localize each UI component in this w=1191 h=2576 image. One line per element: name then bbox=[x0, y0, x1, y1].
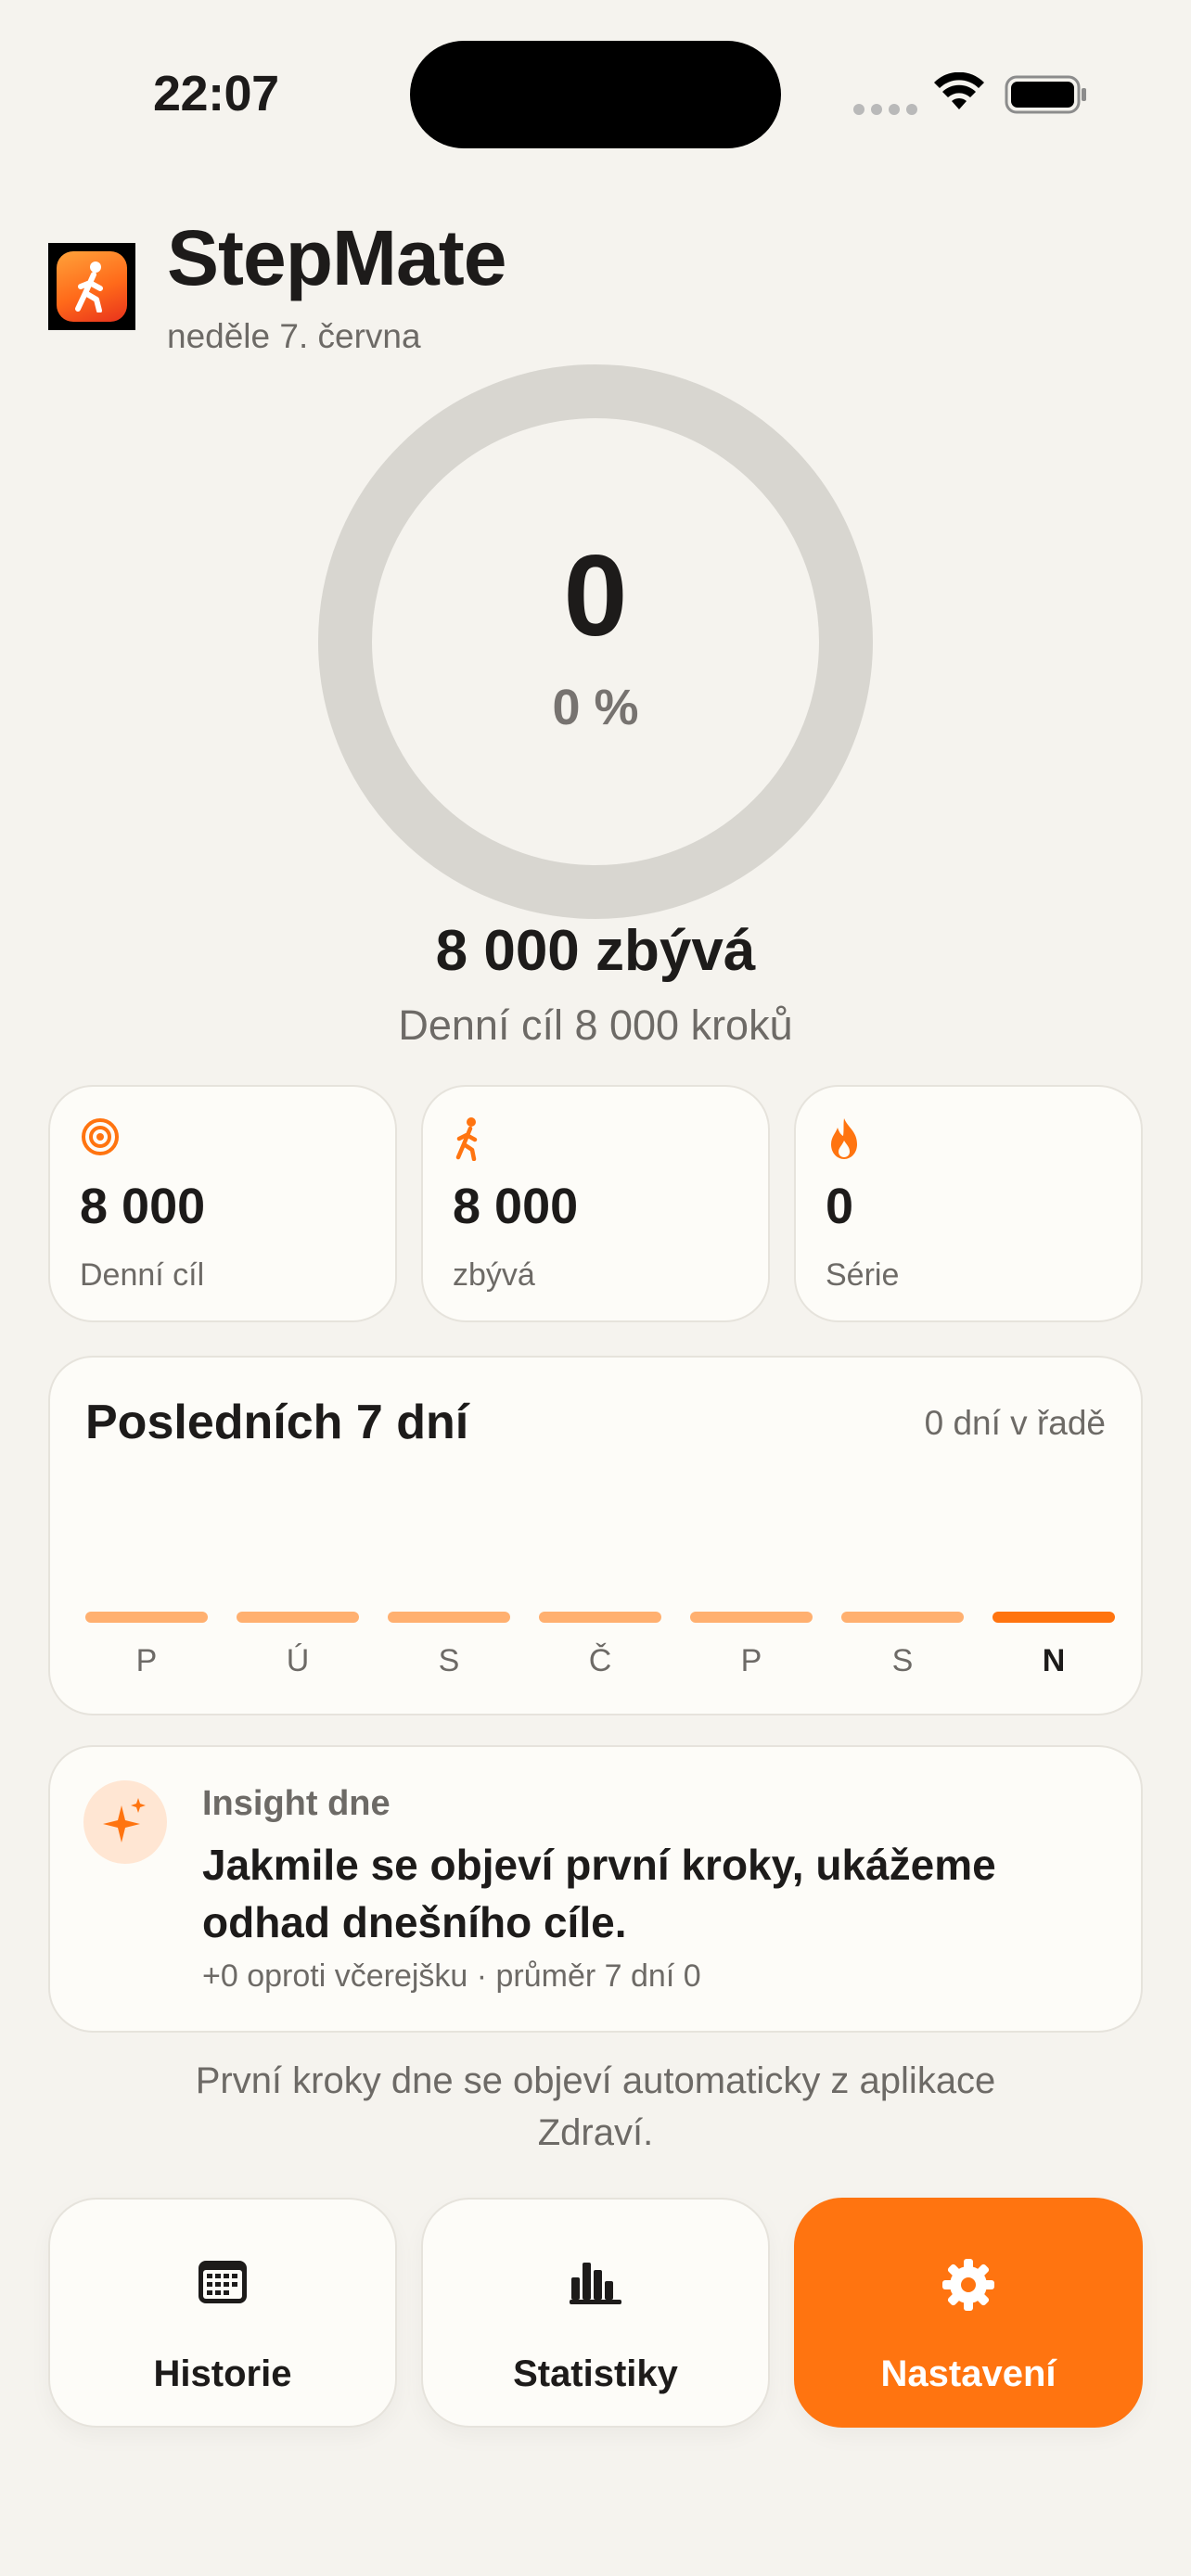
flame-icon bbox=[831, 1118, 857, 1159]
day-label: N bbox=[1042, 1643, 1066, 1678]
day-label: S bbox=[891, 1643, 914, 1678]
day-bar bbox=[237, 1612, 359, 1623]
day-label: Ú bbox=[286, 1643, 310, 1678]
settings-button[interactable]: Nastavení bbox=[794, 2198, 1143, 2428]
history-label: Historie bbox=[153, 2353, 292, 2394]
streak-count: 0 dní v řadě bbox=[924, 1404, 1106, 1442]
day-label: Č bbox=[588, 1643, 612, 1678]
stat-value: 8 000 bbox=[80, 1179, 206, 1234]
current-date: neděle 7. června bbox=[167, 317, 421, 355]
stat-label: zbývá bbox=[453, 1257, 535, 1293]
app-logo bbox=[48, 243, 135, 330]
day-bar bbox=[992, 1612, 1115, 1623]
status-time: 22:07 bbox=[153, 66, 279, 121]
battery-icon bbox=[1005, 75, 1086, 114]
wifi-icon bbox=[934, 72, 984, 109]
insight-label: Insight dne bbox=[202, 1784, 391, 1823]
stat-card-goal[interactable]: 8 000 Denní cíl bbox=[48, 1085, 397, 1322]
insight-text: Jakmile se objeví první kroky, ukážeme o… bbox=[202, 1841, 996, 1946]
settings-label: Nastavení bbox=[880, 2353, 1057, 2394]
stat-label: Série bbox=[826, 1257, 900, 1293]
stat-card-streak[interactable]: 0 Série bbox=[794, 1085, 1143, 1322]
day-label: P bbox=[740, 1643, 762, 1678]
gear-icon bbox=[942, 2259, 994, 2311]
sparkles-icon bbox=[83, 1780, 167, 1864]
statistics-button[interactable]: Statistiky bbox=[421, 2198, 770, 2428]
app-title: StepMate bbox=[167, 214, 506, 301]
walking-icon bbox=[455, 1117, 478, 1161]
bar-chart-icon bbox=[570, 2263, 621, 2304]
daily-goal-caption: Denní cíl 8 000 kroků bbox=[398, 1001, 793, 1049]
day-label: S bbox=[438, 1643, 460, 1678]
day-bar bbox=[388, 1612, 510, 1623]
day-bar bbox=[539, 1612, 661, 1623]
day-bar bbox=[85, 1612, 208, 1623]
stat-value: 8 000 bbox=[453, 1179, 579, 1234]
step-percent: 0 % bbox=[552, 680, 639, 735]
insight-comparison: +0 oproti včerejšku · průměr 7 dní 0 bbox=[202, 1958, 701, 1994]
statistics-label: Statistiky bbox=[513, 2353, 678, 2394]
step-progress-ring: 0 0 % bbox=[317, 363, 874, 920]
weekly-chart-title: Posledních 7 dní bbox=[85, 1396, 469, 1449]
stat-card-remaining[interactable]: 8 000 zbývá bbox=[421, 1085, 770, 1322]
day-bar bbox=[841, 1612, 964, 1623]
dynamic-island bbox=[410, 41, 781, 148]
step-count: 0 bbox=[563, 532, 628, 660]
steps-remaining: 8 000 zbývá bbox=[435, 919, 756, 983]
stat-value: 0 bbox=[826, 1179, 854, 1234]
day-bar bbox=[690, 1612, 813, 1623]
insight-card[interactable]: Insight dne Jakmile se objeví první krok… bbox=[48, 1745, 1143, 2033]
stat-label: Denní cíl bbox=[80, 1257, 205, 1293]
history-button[interactable]: Historie bbox=[48, 2198, 397, 2428]
calendar-icon bbox=[198, 2261, 247, 2303]
health-sync-note: První kroky dne se objeví automaticky z … bbox=[195, 2060, 996, 2153]
day-label: P bbox=[135, 1643, 158, 1678]
walking-icon bbox=[75, 261, 103, 312]
target-icon bbox=[82, 1118, 119, 1155]
weekly-chart-card[interactable]: Posledních 7 dní 0 dní v řadě P Ú S Č P S N bbox=[48, 1356, 1143, 1715]
cellular-signal-icon bbox=[853, 104, 917, 115]
